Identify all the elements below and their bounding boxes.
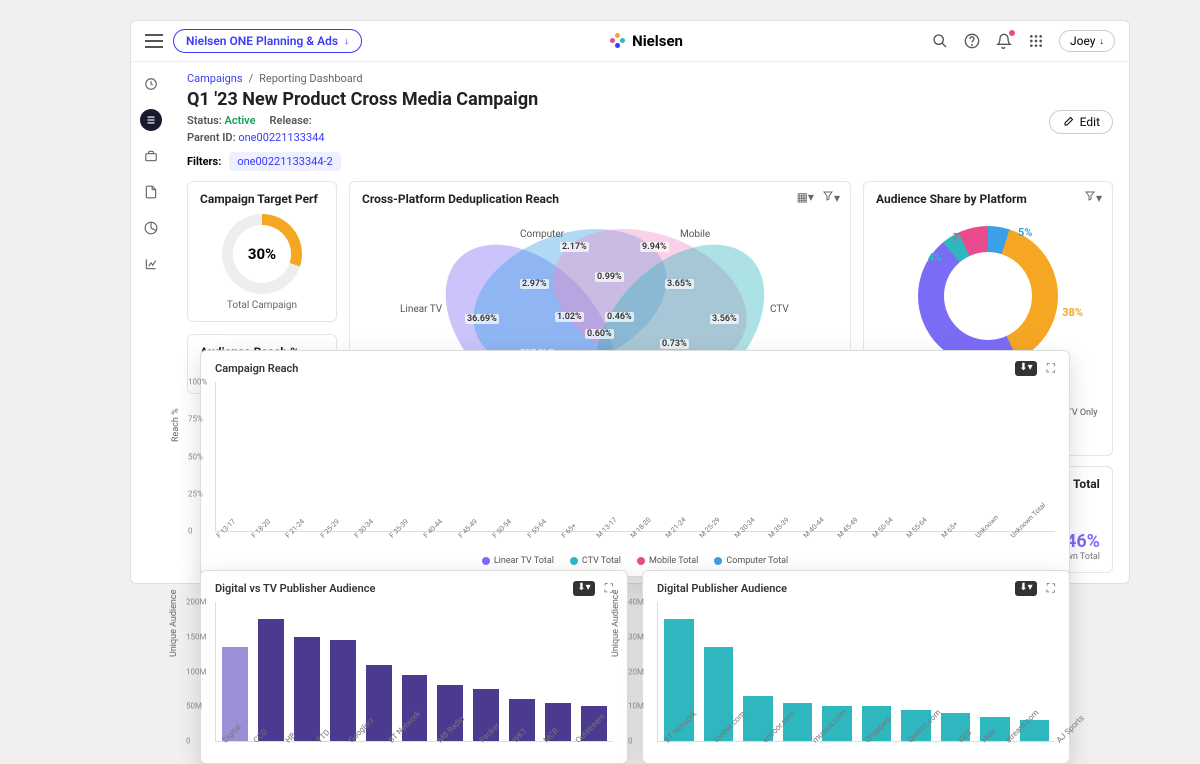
filter-icon[interactable]: ▾ <box>822 190 840 205</box>
apps-grid-icon[interactable] <box>1027 32 1045 50</box>
crumb-campaigns[interactable]: Campaigns <box>187 72 243 85</box>
topbar: Nielsen ONE Planning & Ads ↓ Nielsen Joe… <box>131 21 1129 62</box>
filter-icon[interactable]: ▾ <box>1084 190 1102 205</box>
rail-briefcase-icon[interactable] <box>140 145 162 167</box>
reach-x-axis: F 13-17F 18-20F 21-24F 25-29F 30-34F 35-… <box>215 534 1055 542</box>
brand-logo: Nielsen <box>610 32 683 50</box>
rail-doc-icon[interactable] <box>140 181 162 203</box>
filter-chip[interactable]: one00221133344-2 <box>229 152 340 171</box>
edit-button[interactable]: Edit <box>1049 110 1113 134</box>
download-icon[interactable]: ⬇▾ <box>573 581 594 596</box>
panel-title: Campaign Reach <box>215 362 298 375</box>
menu-icon[interactable] <box>145 34 163 48</box>
rail-list-icon[interactable] <box>140 109 162 131</box>
target-perf-donut: 30% <box>222 214 302 294</box>
campaign-reach-panel: Campaign Reach ⬇▾ ⛶ Reach % 025%50%75%10… <box>200 350 1070 577</box>
parent-id: one00221133344 <box>238 131 324 144</box>
edit-label: Edit <box>1080 115 1100 129</box>
left-rail <box>131 63 171 275</box>
search-icon[interactable] <box>931 32 949 50</box>
card-title: Campaign Target Perf <box>200 192 324 206</box>
topbar-right: Joey ↓ <box>931 30 1115 52</box>
reach-legend: Linear TV Total CTV Total Mobile Total C… <box>215 556 1055 566</box>
breadcrumb: Campaigns / Reporting Dashboard <box>187 72 1113 85</box>
brand-dots-icon <box>610 33 626 49</box>
status-badge: Active <box>225 114 256 127</box>
chevron-down-icon: ↓ <box>1099 36 1104 47</box>
user-menu[interactable]: Joey ↓ <box>1059 30 1115 52</box>
product-switcher[interactable]: Nielsen ONE Planning & Ads ↓ <box>173 29 362 53</box>
target-perf-value: 30% <box>233 225 291 283</box>
user-name: Joey <box>1070 34 1095 48</box>
rail-clock-icon[interactable] <box>140 73 162 95</box>
digital-pub-chart: Unique Audience 010M20M30M40M <box>657 602 1055 742</box>
target-perf-card: Campaign Target Perf 30% Total Campaign <box>187 181 337 322</box>
rail-chart-icon[interactable] <box>140 253 162 275</box>
brand-name: Nielsen <box>632 32 683 50</box>
download-icon[interactable]: ⬇▾ <box>1015 581 1036 596</box>
expand-icon[interactable]: ⛶ <box>1047 361 1055 376</box>
view-options-icon[interactable]: ▦▾ <box>797 190 814 205</box>
rail-pie-icon[interactable] <box>140 217 162 239</box>
bar <box>366 665 392 741</box>
download-icon[interactable]: ⬇▾ <box>1015 361 1036 376</box>
chevron-down-icon: ↓ <box>344 36 349 47</box>
expand-icon[interactable]: ⛶ <box>1047 581 1055 596</box>
digital-vs-tv-panel: Digital vs TV Publisher Audience ⬇▾ ⛶ Un… <box>200 570 628 764</box>
product-name: Nielsen ONE Planning & Ads <box>186 34 338 48</box>
page-title: Q1 '23 New Product Cross Media Campaign <box>187 89 1113 110</box>
meta-row: Status: Active Release: <box>187 114 1113 127</box>
bar <box>258 619 284 741</box>
filters-row: Filters: one00221133344-2 <box>187 152 1113 171</box>
crumb-dashboard: Reporting Dashboard <box>259 72 363 85</box>
digital-pub-panel: Digital Publisher Audience ⬇▾ ⛶ Unique A… <box>642 570 1070 764</box>
notifications-icon[interactable] <box>995 32 1013 50</box>
help-icon[interactable] <box>963 32 981 50</box>
